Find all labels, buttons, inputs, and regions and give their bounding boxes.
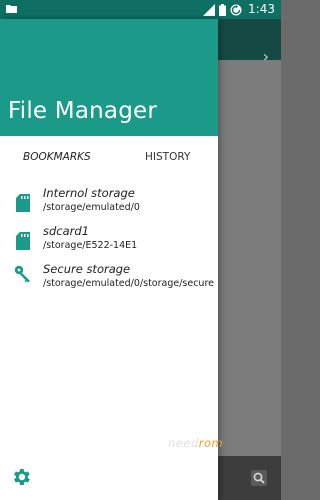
bookmark-path: /storage/E522-14E1 xyxy=(43,240,138,251)
status-clock: 1:43 xyxy=(248,2,275,16)
navigation-drawer: File Manager BOOKMARKS HISTORY Internol … xyxy=(0,19,218,500)
sync-icon xyxy=(230,4,242,15)
bookmark-title: Secure storage xyxy=(43,262,131,276)
watermark: needrom xyxy=(168,436,223,450)
bookmark-title: Internol storage xyxy=(43,186,135,200)
key-icon xyxy=(14,265,30,283)
sd-card-icon xyxy=(16,194,30,212)
status-icons: 1:43 xyxy=(203,2,275,17)
tab-history[interactable]: HISTORY xyxy=(145,149,190,165)
gear-icon[interactable] xyxy=(10,466,32,488)
signal-icon xyxy=(203,3,216,16)
drawer-tabs: BOOKMARKS HISTORY xyxy=(0,149,218,169)
bookmark-path: /storage/emulated/0 xyxy=(43,202,140,213)
watermark-part2: rom xyxy=(198,436,224,450)
bookmark-path: /storage/emulated/0/storage/secure xyxy=(43,278,214,289)
bookmark-title: sdcard1 xyxy=(43,224,90,238)
drawer-header: File Manager xyxy=(0,19,218,136)
watermark-part1: need xyxy=(168,436,199,450)
tab-bookmarks[interactable]: BOOKMARKS xyxy=(23,149,91,165)
search-icon[interactable] xyxy=(251,470,267,486)
bookmark-internal-storage[interactable]: Internol storage /storage/emulated/0 xyxy=(0,186,218,224)
bookmark-sdcard1[interactable]: sdcard1 /storage/E522-14E1 xyxy=(0,224,218,262)
folder-icon xyxy=(6,5,17,13)
sd-card-icon xyxy=(16,232,30,250)
battery-icon xyxy=(219,3,227,16)
bookmark-secure-storage[interactable]: Secure storage /storage/emulated/0/stora… xyxy=(0,262,218,300)
drawer-title: File Manager xyxy=(8,98,158,124)
